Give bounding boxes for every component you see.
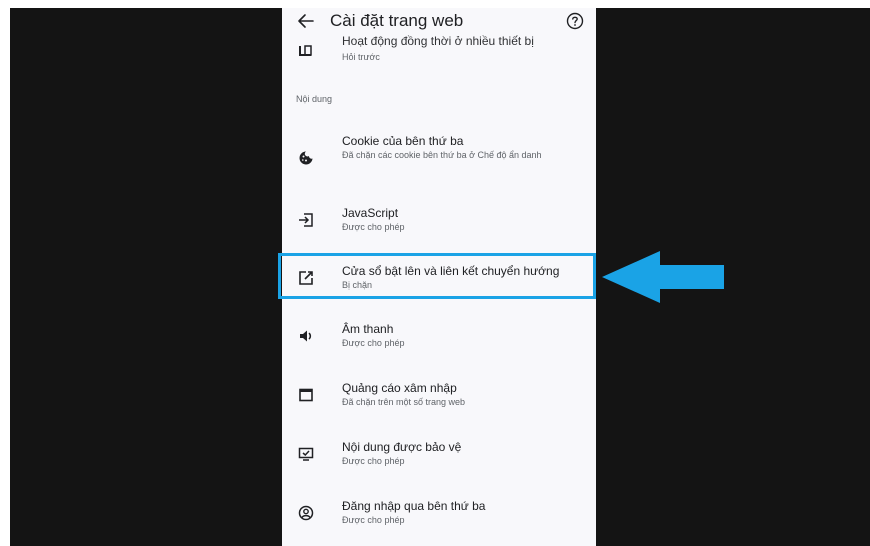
letterbox-left [10,8,282,546]
list-item-subtitle: Được cho phép [342,456,405,466]
help-circle-icon[interactable] [566,12,584,30]
arrow-left-icon[interactable] [296,10,316,32]
window-icon [299,388,313,402]
devices-icon [299,45,312,56]
list-item-third-party-cookies[interactable]: Cookie của bên thứ ba Đã chặn các cookie… [282,132,596,182]
account-circle-icon [298,505,314,521]
list-item-protected-content[interactable]: Nội dung được bảo vệ Được cho phép [282,438,596,472]
list-item-subtitle: Được cho phép [342,515,405,525]
list-item-sound[interactable]: Âm thanh Được cho phép [282,320,596,354]
cookie-icon [299,151,313,165]
highlight-box [278,253,596,299]
list-item-title: Đăng nhập qua bên thứ ba [342,499,486,513]
list-item-title: Âm thanh [342,322,394,336]
list-item-subtitle: Hỏi trước [342,52,380,62]
protected-content-icon [298,447,314,461]
list-item-title: Cookie của bên thứ ba [342,134,464,148]
list-item-intrusive-ads[interactable]: Quảng cáo xâm nhập Đã chặn trên một số t… [282,379,596,413]
list-item-title: JavaScript [342,206,399,220]
speaker-icon [300,330,312,342]
pointer-arrow-icon [602,251,724,303]
list-item-subtitle: Đã chặn các cookie bên thứ ba ở Chế độ ẩ… [342,150,542,160]
list-item-title: Hoạt động đồng thời ở nhiều thiết bị [342,34,534,48]
list-item-subtitle: Được cho phép [342,222,405,232]
list-item-title: Nội dung được bảo vệ [342,440,462,454]
list-item-subtitle: Đã chặn trên một số trang web [342,397,466,407]
list-item-subtitle: Được cho phép [342,338,405,348]
list-item-title: Quảng cáo xâm nhập [342,381,457,395]
section-header: Nội dung [296,94,333,104]
javascript-icon [299,213,313,227]
page-title: Cài đặt trang web [330,11,464,30]
list-item-third-party-sign-in[interactable]: Đăng nhập qua bên thứ ba Được cho phép [282,497,596,531]
list-item-javascript[interactable]: JavaScript Được cho phép [282,204,596,238]
app-bar: Cài đặt trang web [282,8,596,36]
list-item-multi-device[interactable]: Hoạt động đồng thời ở nhiều thiết bị Hỏi… [282,35,596,68]
